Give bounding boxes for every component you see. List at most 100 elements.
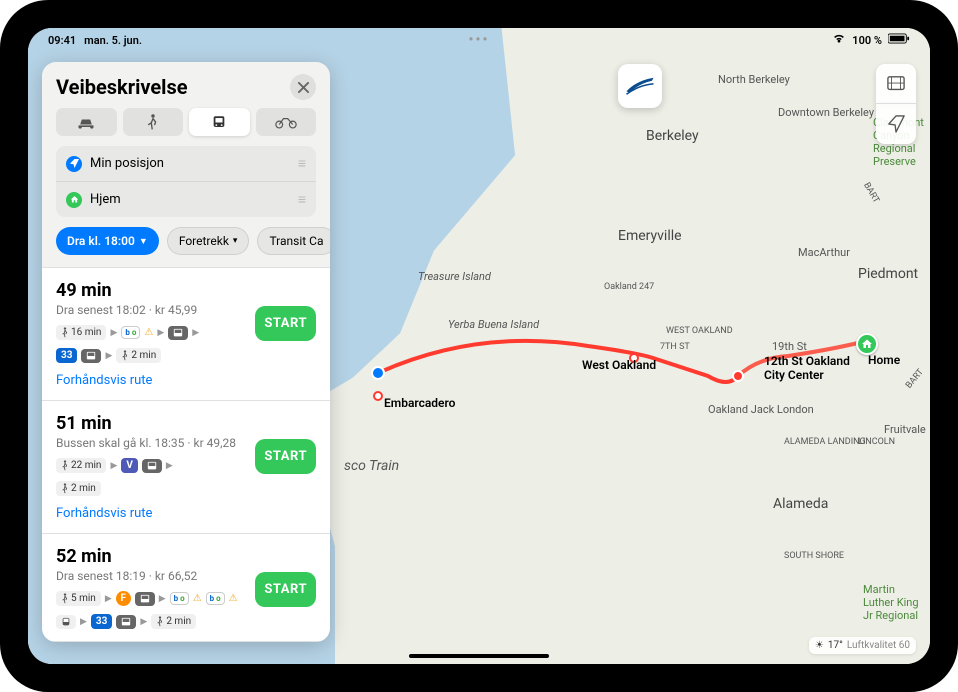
start-button[interactable]: START [255,306,316,341]
locate-me-button[interactable] [876,104,916,144]
map-controls [876,64,916,144]
step-chip: 2 min [151,614,196,629]
route-card[interactable]: 49 min Dra senest 18:02 · kr 45,99 16 mi… [42,268,330,401]
status-left: 09:41 man. 5. jun. [48,34,142,47]
map-label: Embarcadero [384,396,455,410]
home-pin[interactable] [856,333,878,355]
route-card[interactable]: 51 min Bussen skal gå kl. 18:35 · kr 49,… [42,401,330,534]
map-label: sco Train [344,458,399,474]
waypoint-from[interactable]: Min posisjon ≡ [56,146,316,182]
reorder-handle-icon[interactable]: ≡ [298,155,306,172]
map-label: MacArthur [798,246,850,259]
map-label: 7TH ST [660,342,690,352]
transport-mode-tabs [42,108,330,146]
sun-icon: ☀ [815,640,824,651]
amtrak-badge[interactable] [618,64,662,108]
warning-icon: ⚠ [144,327,153,338]
step-chip: bo [206,592,225,605]
arrow-icon: ▶ [159,594,166,604]
depart-time-button[interactable]: Dra kl. 18:00 ▼ [56,227,159,255]
step-chip: 33 [91,614,112,629]
directions-panel: Veibeskrivelse [42,62,330,642]
weather-widget[interactable]: ☀ 17° Luftkvalitet 60 [809,637,916,654]
arrow-icon: ▶ [192,328,199,338]
map-settings-button[interactable] [876,64,916,104]
step-chip [168,326,188,340]
map-label: Fruitvale [884,423,926,436]
status-bar: 09:41 man. 5. jun. ••• 100 % [28,28,930,52]
step-chip [56,615,76,629]
close-button[interactable] [290,74,316,100]
route-duration: 49 min [56,280,316,301]
map-label: West Oakland [582,358,656,372]
map-label: North Berkeley [718,73,790,86]
battery-icon [888,33,910,47]
mode-transit[interactable] [189,108,250,136]
arrow-icon: ▶ [110,328,117,338]
route-duration: 52 min [56,546,316,567]
panel-header: Veibeskrivelse [42,62,330,108]
card-label: Transit Ca [269,234,323,248]
waypoint-to-label: Hjem [90,192,121,207]
multitasking-dots[interactable]: ••• [469,32,490,48]
step-chip: V [121,458,138,473]
arrow-icon: ▶ [80,617,87,627]
map-label: WEST OAKLAND [666,326,733,336]
weather-temp: 17° [828,640,843,651]
air-quality: Luftkvalitet 60 [847,640,910,651]
step-chip: 5 min [56,591,101,606]
route-card[interactable]: 52 min Dra senest 18:19 · kr 66,52 5 min… [42,534,330,642]
panel-title: Veibeskrivelse [56,75,188,99]
step-chip: 2 min [56,481,101,496]
prefer-button[interactable]: Foretrekk ▾ [167,227,250,255]
mode-bike[interactable] [256,108,317,136]
arrow-icon: ▶ [105,351,112,361]
arrow-icon: ▶ [166,461,173,471]
wifi-icon [832,34,846,47]
map-label: Martin Luther King Jr Regional [863,583,923,622]
start-button[interactable]: START [255,572,316,607]
map-label: ALAMEDA LANDING [784,437,866,447]
step-chip [116,615,136,629]
step-chip: bo [170,592,189,605]
step-chip: 2 min [116,348,161,363]
arrow-icon: ▶ [140,617,147,627]
ipad-frame: North Berkeley Downtown Berkeley Berkele… [0,0,958,692]
chevron-down-icon: ▾ [233,236,238,246]
map-label: Emeryville [618,228,682,244]
preview-route-link[interactable]: Forhåndsvis rute [56,373,152,388]
depart-label: Dra kl. 18:00 [67,234,135,248]
map-label: Downtown Berkeley [778,106,874,119]
arrow-icon: ▶ [105,594,112,604]
map-label: Berkeley [646,128,699,144]
map-label: Home [868,353,900,367]
transit-card-button[interactable]: Transit Ca [257,227,330,255]
step-chip: 22 min [56,458,106,473]
chevron-down-icon: ▼ [139,236,148,247]
prefer-label: Foretrekk [179,234,229,248]
routes-list[interactable]: 49 min Dra senest 18:02 · kr 45,99 16 mi… [42,267,330,642]
map-label: Alameda [773,496,828,512]
step-chip [142,459,162,473]
map-label: LINCOLN [858,437,895,447]
start-button[interactable]: START [255,439,316,474]
status-date: man. 5. jun. [84,34,142,47]
mode-walk[interactable] [123,108,184,136]
step-chip [81,349,101,363]
battery-percent: 100 % [852,34,882,47]
waypoint-to[interactable]: Hjem ≡ [56,182,316,217]
status-right: 100 % [832,33,910,47]
route-steps-line2: ▶ 33 ▶ 2 min [56,614,316,629]
step-chip: 16 min [56,325,106,340]
preview-route-link[interactable]: Forhåndsvis rute [56,506,152,521]
waypoint-from-label: Min posisjon [90,156,164,171]
route-steps-line2: 2 min [56,481,316,496]
step-chip: bo [121,326,140,339]
reorder-handle-icon[interactable]: ≡ [298,191,306,208]
map-label: Treasure Island [418,270,491,283]
home-indicator[interactable] [409,654,549,658]
route-steps-line2: 33▶ 2 min [56,348,316,363]
mode-car[interactable] [56,108,117,136]
waypoints: Min posisjon ≡ Hjem ≡ [56,146,316,217]
warning-icon: ⚠ [193,593,202,604]
